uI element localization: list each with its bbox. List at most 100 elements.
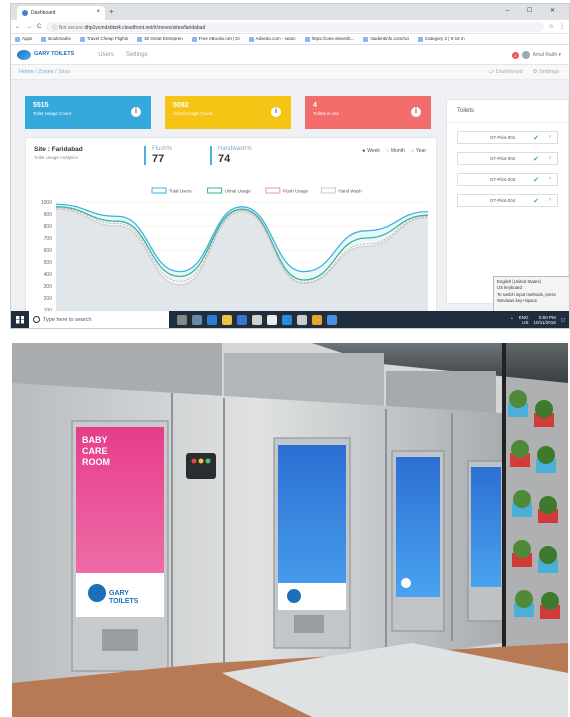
back-button[interactable]: ← — [15, 24, 21, 30]
period-year-radio[interactable]: Year — [411, 148, 426, 154]
chevron-right-icon[interactable]: › — [549, 176, 551, 182]
notification-badge[interactable]: 1 — [511, 51, 519, 59]
notification-icon[interactable]: ▢ — [561, 317, 565, 322]
menu-icon[interactable]: ⋮ — [559, 23, 565, 30]
bookmark-item[interactable]: studentinfo.com/sci — [363, 36, 409, 41]
nav-settings[interactable]: Settings — [126, 52, 148, 58]
mail-icon[interactable] — [297, 314, 307, 325]
mic-icon[interactable] — [177, 314, 187, 325]
card-label: Toilet Usage Count — [33, 111, 72, 116]
word-icon[interactable] — [207, 314, 217, 325]
bookmark-item[interactable]: Category 2 | 9-16 m — [418, 36, 465, 41]
toilets-panel-title: Toilets — [447, 100, 568, 123]
status-panel — [186, 453, 216, 479]
y-tick-label: 200 — [44, 296, 53, 302]
app-icon[interactable] — [327, 314, 337, 325]
door-vent — [102, 629, 138, 651]
settings-icon[interactable] — [252, 314, 262, 325]
urinal-usage-card[interactable]: 5092 Urinal Usage Count i — [165, 96, 291, 129]
toilet-id: GT-Pilot-004 — [490, 198, 516, 203]
user-menu[interactable]: 1 Amal Raith ▾ — [511, 51, 561, 59]
folder-icon[interactable] — [222, 314, 232, 325]
handwash-value: 74 — [218, 153, 231, 165]
status-light — [205, 458, 211, 464]
browser-tab[interactable]: Dashboard × — [17, 6, 105, 20]
brand-logo[interactable]: GARY TOILETS — [17, 49, 74, 60]
chevron-right-icon[interactable]: › — [549, 197, 551, 203]
ime-line: Windows key+Space. — [497, 297, 539, 303]
bookmark-item[interactable]: Travel Cheap Flights — [80, 36, 128, 41]
window-controls[interactable]: – ☐ ✕ — [506, 7, 563, 14]
taskbar-search-input[interactable]: Type here to search — [29, 311, 169, 328]
legend-label: Total Users — [169, 189, 192, 194]
legend-label: Hand Wash — [338, 189, 362, 194]
gary-logo-icon — [88, 584, 106, 602]
period-week-radio[interactable]: Week — [362, 148, 380, 154]
analytics-panel: Site : Faridabad Toilet Usage Analytics … — [25, 137, 437, 328]
legend-label: Urinal Usage — [225, 189, 252, 194]
language-indicator[interactable]: ENG US — [519, 315, 529, 325]
breadcrumb-zones[interactable]: Zones — [38, 69, 53, 75]
forward-button[interactable]: → — [26, 24, 32, 30]
chevron-right-icon[interactable]: › — [549, 155, 551, 161]
toilet-id: GT-Pilot-001 — [490, 135, 516, 140]
network-icon[interactable]: ⌃ — [510, 317, 514, 322]
toilet-usage-card[interactable]: 5515 Toilet Usage Count i — [25, 96, 151, 129]
flush-value: 77 — [152, 153, 165, 165]
toilet-item[interactable]: GT-Pilot-002 ✔ › — [457, 152, 558, 165]
site-heading: Site : Faridabad Toilet Usage Analytics — [34, 146, 83, 160]
chevron-right-icon[interactable]: › — [549, 134, 551, 140]
handwash-stat: Handwash% 74 — [210, 146, 252, 165]
edge-icon[interactable] — [282, 314, 292, 325]
dashboard-screenshot: Dashboard × + – ☐ ✕ ← → C ⓘ Not secure d… — [10, 3, 570, 329]
bookmark-item[interactable]: Adsedo.com - searc — [249, 36, 296, 41]
chrome-icon[interactable] — [312, 314, 322, 325]
toilets-in-use-card[interactable]: 4 Toilets in use i — [305, 96, 431, 129]
info-icon[interactable]: i — [411, 107, 421, 117]
settings-link[interactable]: ⚙ Settings — [533, 69, 559, 76]
bookmark-item[interactable]: Free eBooks.net | Di — [192, 36, 240, 41]
task-view-icon[interactable] — [192, 314, 202, 325]
user-name: Amal Raith ▾ — [532, 52, 561, 58]
door-brand-text: TOILETS — [109, 598, 139, 605]
nav-users[interactable]: Users — [98, 52, 114, 58]
browser-tabbar: Dashboard × + – ☐ ✕ — [11, 4, 569, 20]
store-icon[interactable] — [237, 314, 247, 325]
clock[interactable]: 5:50 PM 10/11/2018 — [534, 315, 556, 325]
breadcrumb-home[interactable]: Home — [19, 69, 34, 75]
address-bar: ← → C ⓘ Not secure dhp1vcmdxbtst4.cloudf… — [11, 20, 569, 34]
bookmark-item[interactable]: Bookmarks — [41, 36, 71, 41]
new-tab-button[interactable]: + — [109, 7, 114, 16]
info-icon[interactable]: i — [271, 107, 281, 117]
toilet-id: GT-Pilot-002 — [490, 156, 516, 161]
dashboard-link[interactable]: ⤻ Dashboard — [488, 69, 522, 76]
start-button[interactable] — [11, 311, 29, 328]
avatar — [521, 51, 530, 59]
hp-icon[interactable] — [267, 314, 277, 325]
reload-button[interactable]: C — [37, 24, 41, 30]
url-input[interactable]: ⓘ Not secure dhp1vcmdxbtst4.cloudfront.n… — [46, 21, 544, 32]
status-light — [191, 458, 197, 464]
period-month-radio[interactable]: Month — [386, 148, 405, 154]
card-label: Urinal Usage Count — [173, 111, 213, 116]
flush-label: Flush% — [152, 146, 173, 152]
main-content: 5515 Toilet Usage Count i 5092 Urinal Us… — [25, 96, 437, 328]
toilet-id: GT-Pilot-003 — [490, 177, 516, 182]
toilet-item[interactable]: GT-Pilot-003 ✔ › — [457, 173, 558, 186]
bookmark-item[interactable]: https://care.stesesb... — [305, 36, 355, 41]
site-title: Site : Faridabad — [34, 146, 83, 153]
toilet-item[interactable]: GT-Pilot-004 ✔ › — [457, 194, 558, 207]
legend-swatch — [320, 187, 336, 194]
app-header: GARY TOILETS Users Settings 1 Amal Raith… — [11, 45, 569, 65]
ime-line: US keyboard — [497, 284, 522, 290]
check-icon: ✔ — [533, 198, 539, 205]
lang-code: ENG — [518, 314, 529, 320]
bookmark-item[interactable]: 30 Great Entrepren — [137, 36, 183, 41]
toilet-item[interactable]: GT-Pilot-001 ✔ › — [457, 131, 558, 144]
region-code: US — [522, 319, 529, 325]
info-icon[interactable]: i — [131, 107, 141, 117]
tab-close-icon[interactable]: × — [96, 9, 100, 15]
bookmark-item[interactable]: Apps — [15, 36, 32, 41]
star-icon[interactable]: ☆ — [549, 23, 554, 30]
check-icon: ✔ — [533, 135, 539, 142]
